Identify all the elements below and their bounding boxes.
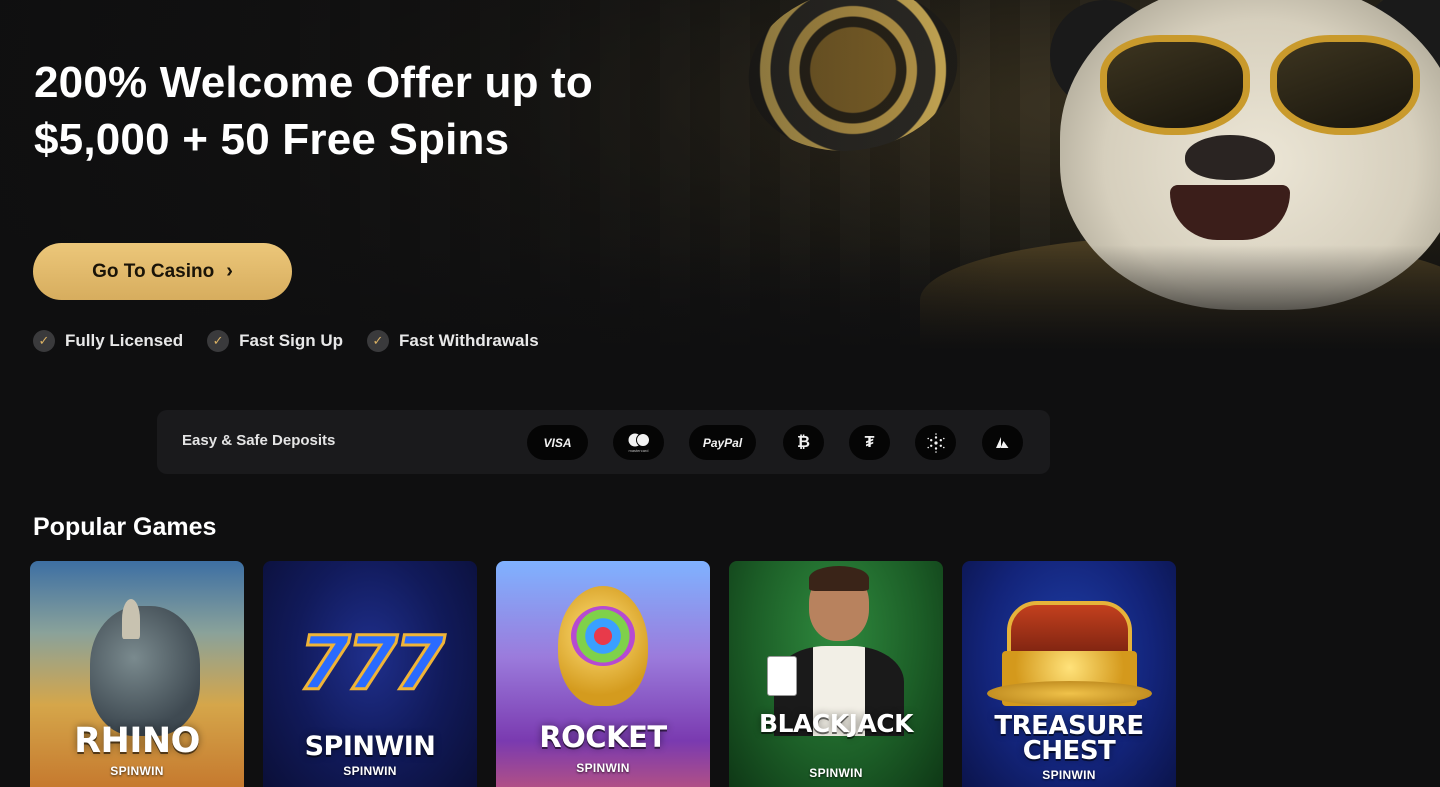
cardano-glyph	[926, 432, 945, 453]
check-icon: ✓	[367, 330, 389, 352]
feature-list: ✓ Fully Licensed ✓ Fast Sign Up ✓ Fast W…	[33, 330, 539, 352]
popular-games-heading: Popular Games	[33, 513, 217, 541]
tether-icon: ₮	[849, 425, 890, 460]
feature-item: ✓ Fast Withdrawals	[367, 330, 539, 352]
feature-item: ✓ Fast Sign Up	[207, 330, 343, 352]
game-provider: SPINWIN	[809, 766, 863, 780]
feature-item: ✓ Fully Licensed	[33, 330, 183, 352]
cardano-icon	[915, 425, 956, 460]
game-title: RHINO	[74, 721, 200, 761]
rhino-art	[90, 606, 200, 736]
game-provider: SPINWIN	[1042, 768, 1096, 782]
cta-label: Go To Casino	[92, 260, 215, 282]
feature-label: Fully Licensed	[65, 331, 184, 350]
game-provider: SPINWIN	[110, 764, 164, 778]
game-card-rhino[interactable]: RHINO SPINWIN	[30, 561, 244, 787]
bitcoin-icon: ₿	[783, 425, 824, 460]
avalanche-glyph	[995, 436, 1008, 448]
check-icon: ✓	[33, 330, 55, 352]
game-card-spinwin[interactable]: 777 SPINWIN SPINWIN	[263, 561, 477, 787]
game-title: BLACKJACK	[759, 709, 913, 738]
game-card-blackjack[interactable]: BLACKJACK SPINWIN	[729, 561, 943, 787]
sevens-art: 777	[297, 620, 446, 709]
feature-label: Fast Withdrawals	[399, 331, 539, 350]
visa-label: VISA	[543, 435, 572, 450]
hero-title: 200% Welcome Offer up to $5,000 + 50 Fre…	[34, 58, 594, 164]
game-card-rocket[interactable]: ROCKET SPINWIN	[496, 561, 710, 787]
game-title: SPINWIN	[304, 731, 436, 762]
game-card-treasure-chest[interactable]: TREASURE CHEST SPINWIN	[962, 561, 1176, 787]
mastercard-label: mastercard	[628, 447, 649, 453]
game-title: ROCKET	[539, 720, 667, 754]
paypal-label: PayPal	[702, 435, 743, 450]
game-title: TREASURE CHEST	[994, 711, 1144, 766]
rhino-horn	[122, 599, 140, 639]
visa-icon: VISA	[527, 425, 588, 460]
deposits-panel: Easy & Safe Deposits VISA mastercard Pay…	[157, 410, 1050, 474]
chevron-right-icon: ›	[226, 260, 233, 282]
go-to-casino-button[interactable]: Go To Casino ›	[33, 243, 292, 300]
deposits-label: Easy & Safe Deposits	[182, 432, 336, 449]
dealer-hair	[809, 566, 869, 591]
rocket-balls	[571, 606, 635, 666]
avalanche-icon	[982, 425, 1023, 460]
game-provider: SPINWIN	[576, 761, 630, 775]
check-icon: ✓	[207, 330, 230, 352]
mastercard-circles	[628, 432, 650, 447]
mastercard-icon: mastercard	[613, 425, 664, 460]
coin-pile	[987, 681, 1152, 706]
paypal-icon: PayPal	[689, 425, 756, 460]
game-provider: SPINWIN	[343, 764, 397, 778]
feature-label: Fast Sign Up	[239, 331, 343, 350]
playing-cards	[767, 656, 797, 696]
